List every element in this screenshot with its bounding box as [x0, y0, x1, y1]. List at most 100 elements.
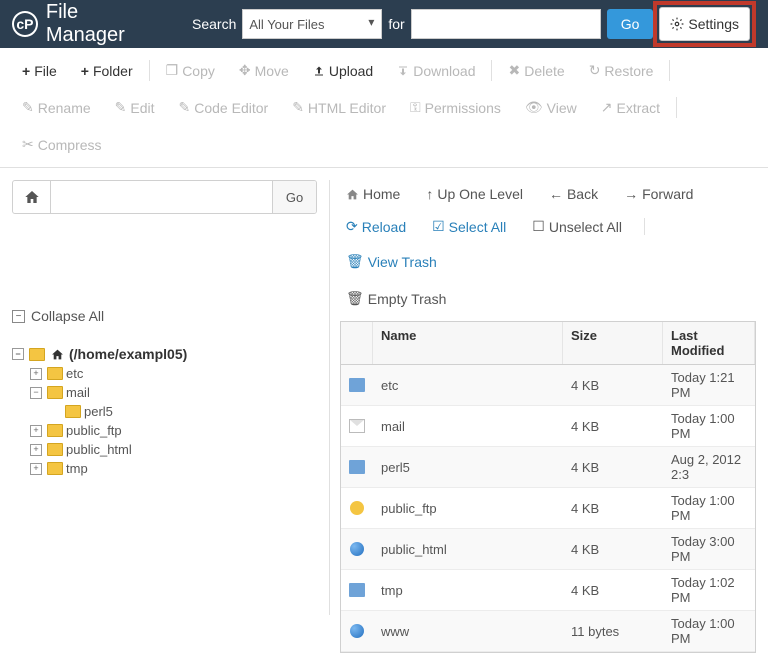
- reload-button[interactable]: ⟳Reload: [340, 216, 412, 237]
- select-all-button[interactable]: ☑Select All: [426, 216, 512, 237]
- new-file-button[interactable]: +File: [10, 56, 69, 85]
- edit-button[interactable]: ✎Edit: [103, 93, 167, 122]
- download-button[interactable]: Download: [385, 56, 487, 85]
- restore-button[interactable]: ↻Restore: [577, 56, 666, 85]
- ftp-icon: [350, 501, 364, 515]
- tree-label: perl5: [84, 404, 113, 419]
- delete-button[interactable]: ✖Delete: [496, 56, 576, 85]
- table-row[interactable]: tmp 4 KB Today 1:02 PM: [341, 570, 755, 611]
- table-row[interactable]: etc 4 KB Today 1:21 PM: [341, 365, 755, 406]
- expander-icon[interactable]: −: [12, 348, 24, 360]
- path-input[interactable]: [51, 181, 272, 213]
- col-name[interactable]: Name: [373, 322, 563, 364]
- search-go-button[interactable]: Go: [607, 9, 654, 39]
- plus-icon: +: [81, 63, 89, 79]
- right-panel: Home ↑Up One Level ←Back →Forward ⟳Reloa…: [329, 180, 756, 615]
- tree-item[interactable]: −mail: [30, 383, 317, 402]
- search-label: Search: [192, 16, 236, 32]
- cell-modified: Today 1:21 PM: [663, 365, 755, 405]
- col-size[interactable]: Size: [563, 322, 663, 364]
- tree-root[interactable]: − (/home/exampl05): [12, 344, 317, 364]
- back-icon: ←: [549, 186, 563, 202]
- folder-icon: [65, 405, 81, 418]
- crumb-back[interactable]: ←Back: [543, 184, 604, 204]
- cell-modified: Today 1:00 PM: [663, 611, 755, 651]
- nav-crumbs: Home ↑Up One Level ←Back →Forward: [340, 180, 756, 212]
- cell-modified: Aug 2, 2012 2:3: [663, 447, 755, 487]
- view-trash-button[interactable]: 🗑View Trash: [340, 251, 443, 272]
- settings-label: Settings: [688, 16, 739, 32]
- folder-icon: [47, 462, 63, 475]
- tree-item[interactable]: +etc: [30, 364, 317, 383]
- crumb-up[interactable]: ↑Up One Level: [420, 184, 529, 204]
- cell-name: www: [373, 611, 563, 651]
- copy-button[interactable]: ❐Copy: [154, 56, 227, 85]
- tree-item[interactable]: + public_ftp: [30, 421, 317, 440]
- expander-icon[interactable]: −: [30, 387, 42, 399]
- cell-size: 4 KB: [563, 570, 663, 610]
- cpanel-logo: cP: [12, 11, 38, 37]
- tree-item[interactable]: + public_html: [30, 440, 317, 459]
- code-icon: ✎: [179, 99, 191, 116]
- settings-highlight: Settings: [653, 1, 756, 47]
- home-icon: [346, 188, 359, 201]
- search-input[interactable]: [411, 9, 601, 39]
- globe-icon: [350, 624, 364, 638]
- new-folder-button[interactable]: +Folder: [69, 56, 145, 85]
- expander-icon[interactable]: +: [30, 444, 42, 456]
- upload-button[interactable]: Upload: [301, 56, 385, 85]
- download-icon: [397, 65, 409, 77]
- cell-name: public_ftp: [373, 488, 563, 528]
- tree-label: public_html: [66, 442, 132, 457]
- expander-icon[interactable]: +: [30, 368, 42, 380]
- table-row[interactable]: public_html 4 KB Today 3:00 PM: [341, 529, 755, 570]
- edit-icon: ✎: [115, 99, 127, 116]
- empty-trash-button[interactable]: 🗑Empty Trash: [340, 288, 452, 309]
- tree-item[interactable]: perl5: [48, 402, 317, 421]
- for-label: for: [388, 16, 404, 32]
- cell-name: tmp: [373, 570, 563, 610]
- home-button[interactable]: [13, 181, 51, 213]
- path-nav: Go: [12, 180, 317, 214]
- search-scope-select[interactable]: [242, 9, 382, 39]
- path-go-button[interactable]: Go: [272, 181, 316, 213]
- html-editor-button[interactable]: ✎HTML Editor: [280, 93, 398, 122]
- move-button[interactable]: ✥Move: [227, 56, 301, 85]
- extract-icon: ↗: [601, 99, 613, 116]
- table-row[interactable]: mail 4 KB Today 1:00 PM: [341, 406, 755, 447]
- plus-icon: +: [22, 63, 30, 79]
- unselect-all-button[interactable]: ☐Unselect All: [526, 216, 628, 237]
- tree-item[interactable]: +tmp: [30, 459, 317, 478]
- restore-icon: ↻: [589, 62, 601, 79]
- folder-icon: [47, 386, 63, 399]
- table-row[interactable]: perl5 4 KB Aug 2, 2012 2:3: [341, 447, 755, 488]
- permissions-button[interactable]: ⚿Permissions: [398, 93, 513, 122]
- cell-name: perl5: [373, 447, 563, 487]
- collapse-all-button[interactable]: − Collapse All: [12, 304, 317, 328]
- crumb-forward[interactable]: →Forward: [618, 184, 699, 204]
- expander-icon[interactable]: +: [30, 463, 42, 475]
- view-button[interactable]: 👁View: [513, 93, 589, 122]
- settings-button[interactable]: Settings: [659, 7, 750, 41]
- expander-icon[interactable]: +: [30, 425, 42, 437]
- col-modified[interactable]: Last Modified: [663, 322, 755, 364]
- table-row[interactable]: public_ftp 4 KB Today 1:00 PM: [341, 488, 755, 529]
- cell-size: 4 KB: [563, 488, 663, 528]
- table-row[interactable]: www 11 bytes Today 1:00 PM: [341, 611, 755, 652]
- code-editor-button[interactable]: ✎Code Editor: [167, 93, 281, 122]
- cell-size: 4 KB: [563, 365, 663, 405]
- tree-label: public_ftp: [66, 423, 122, 438]
- cell-name: mail: [373, 406, 563, 446]
- delete-icon: ✖: [508, 62, 520, 79]
- extract-button[interactable]: ↗Extract: [589, 93, 672, 122]
- folder-tree: − (/home/exampl05) +etc−mail perl5 + public…: [12, 344, 317, 478]
- rename-button[interactable]: ✎Rename: [10, 93, 103, 122]
- crumb-home[interactable]: Home: [340, 184, 406, 204]
- rename-icon: ✎: [22, 99, 34, 116]
- cell-size: 4 KB: [563, 406, 663, 446]
- reload-icon: ⟳: [346, 218, 358, 235]
- compress-button[interactable]: ✂Compress: [10, 130, 114, 159]
- main-area: Go − Collapse All − (/home/exampl05) +et…: [0, 168, 768, 627]
- folder-icon: [349, 378, 365, 392]
- eye-icon: 👁: [525, 99, 543, 116]
